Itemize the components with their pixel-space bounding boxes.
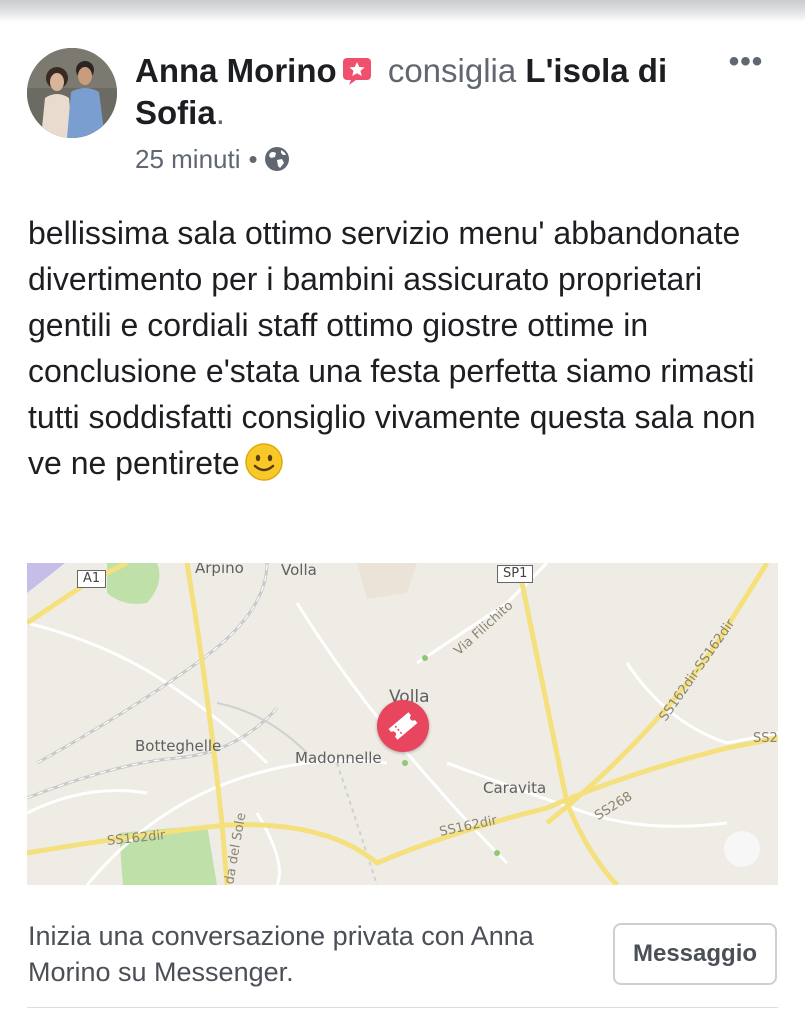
recommend-verb: consiglia bbox=[387, 52, 517, 89]
map-label-caravita: Caravita bbox=[483, 779, 547, 797]
message-button[interactable]: Messaggio bbox=[613, 923, 777, 985]
map-compass-button[interactable] bbox=[724, 831, 760, 867]
recommendation-star-icon bbox=[341, 54, 373, 85]
avatar-photo bbox=[27, 48, 117, 138]
post-text: bellissima sala ottimo servizio menu' ab… bbox=[28, 215, 756, 481]
road-shield-sp1: SP1 bbox=[497, 565, 534, 583]
avatar[interactable] bbox=[27, 48, 117, 138]
author-name[interactable]: Anna Morino bbox=[135, 52, 337, 89]
page-end-period: . bbox=[215, 94, 225, 131]
post-body: bellissima sala ottimo servizio menu' ab… bbox=[28, 210, 788, 486]
road-label-ss2: SS2 bbox=[753, 731, 778, 746]
map-label-madonnelle: Madonnelle bbox=[295, 749, 382, 767]
more-options-icon[interactable]: ••• bbox=[724, 47, 768, 80]
divider bbox=[27, 1007, 778, 1008]
timestamp[interactable]: 25 minuti bbox=[135, 143, 241, 175]
ticket-pin-icon[interactable] bbox=[377, 700, 429, 752]
messenger-prompt: Inizia una conversazione privata con Ann… bbox=[28, 921, 534, 987]
post-meta: 25 minuti • bbox=[135, 143, 290, 175]
meta-separator: • bbox=[248, 144, 258, 174]
top-shadow-strip bbox=[0, 0, 805, 22]
map-label-volla-top: Volla bbox=[281, 563, 317, 579]
post-header: Anna Morino consiglia L'isola di Sofia. bbox=[135, 50, 715, 134]
map-label-arpino: Arpino bbox=[195, 563, 244, 577]
road-shield-a1: A1 bbox=[77, 570, 107, 588]
location-map[interactable]: Arpino Volla Volla Botteghelle Madonnell… bbox=[27, 563, 778, 885]
map-label-botteghelle: Botteghelle bbox=[135, 737, 222, 755]
smiley-icon bbox=[244, 442, 284, 482]
globe-icon[interactable] bbox=[264, 146, 290, 172]
